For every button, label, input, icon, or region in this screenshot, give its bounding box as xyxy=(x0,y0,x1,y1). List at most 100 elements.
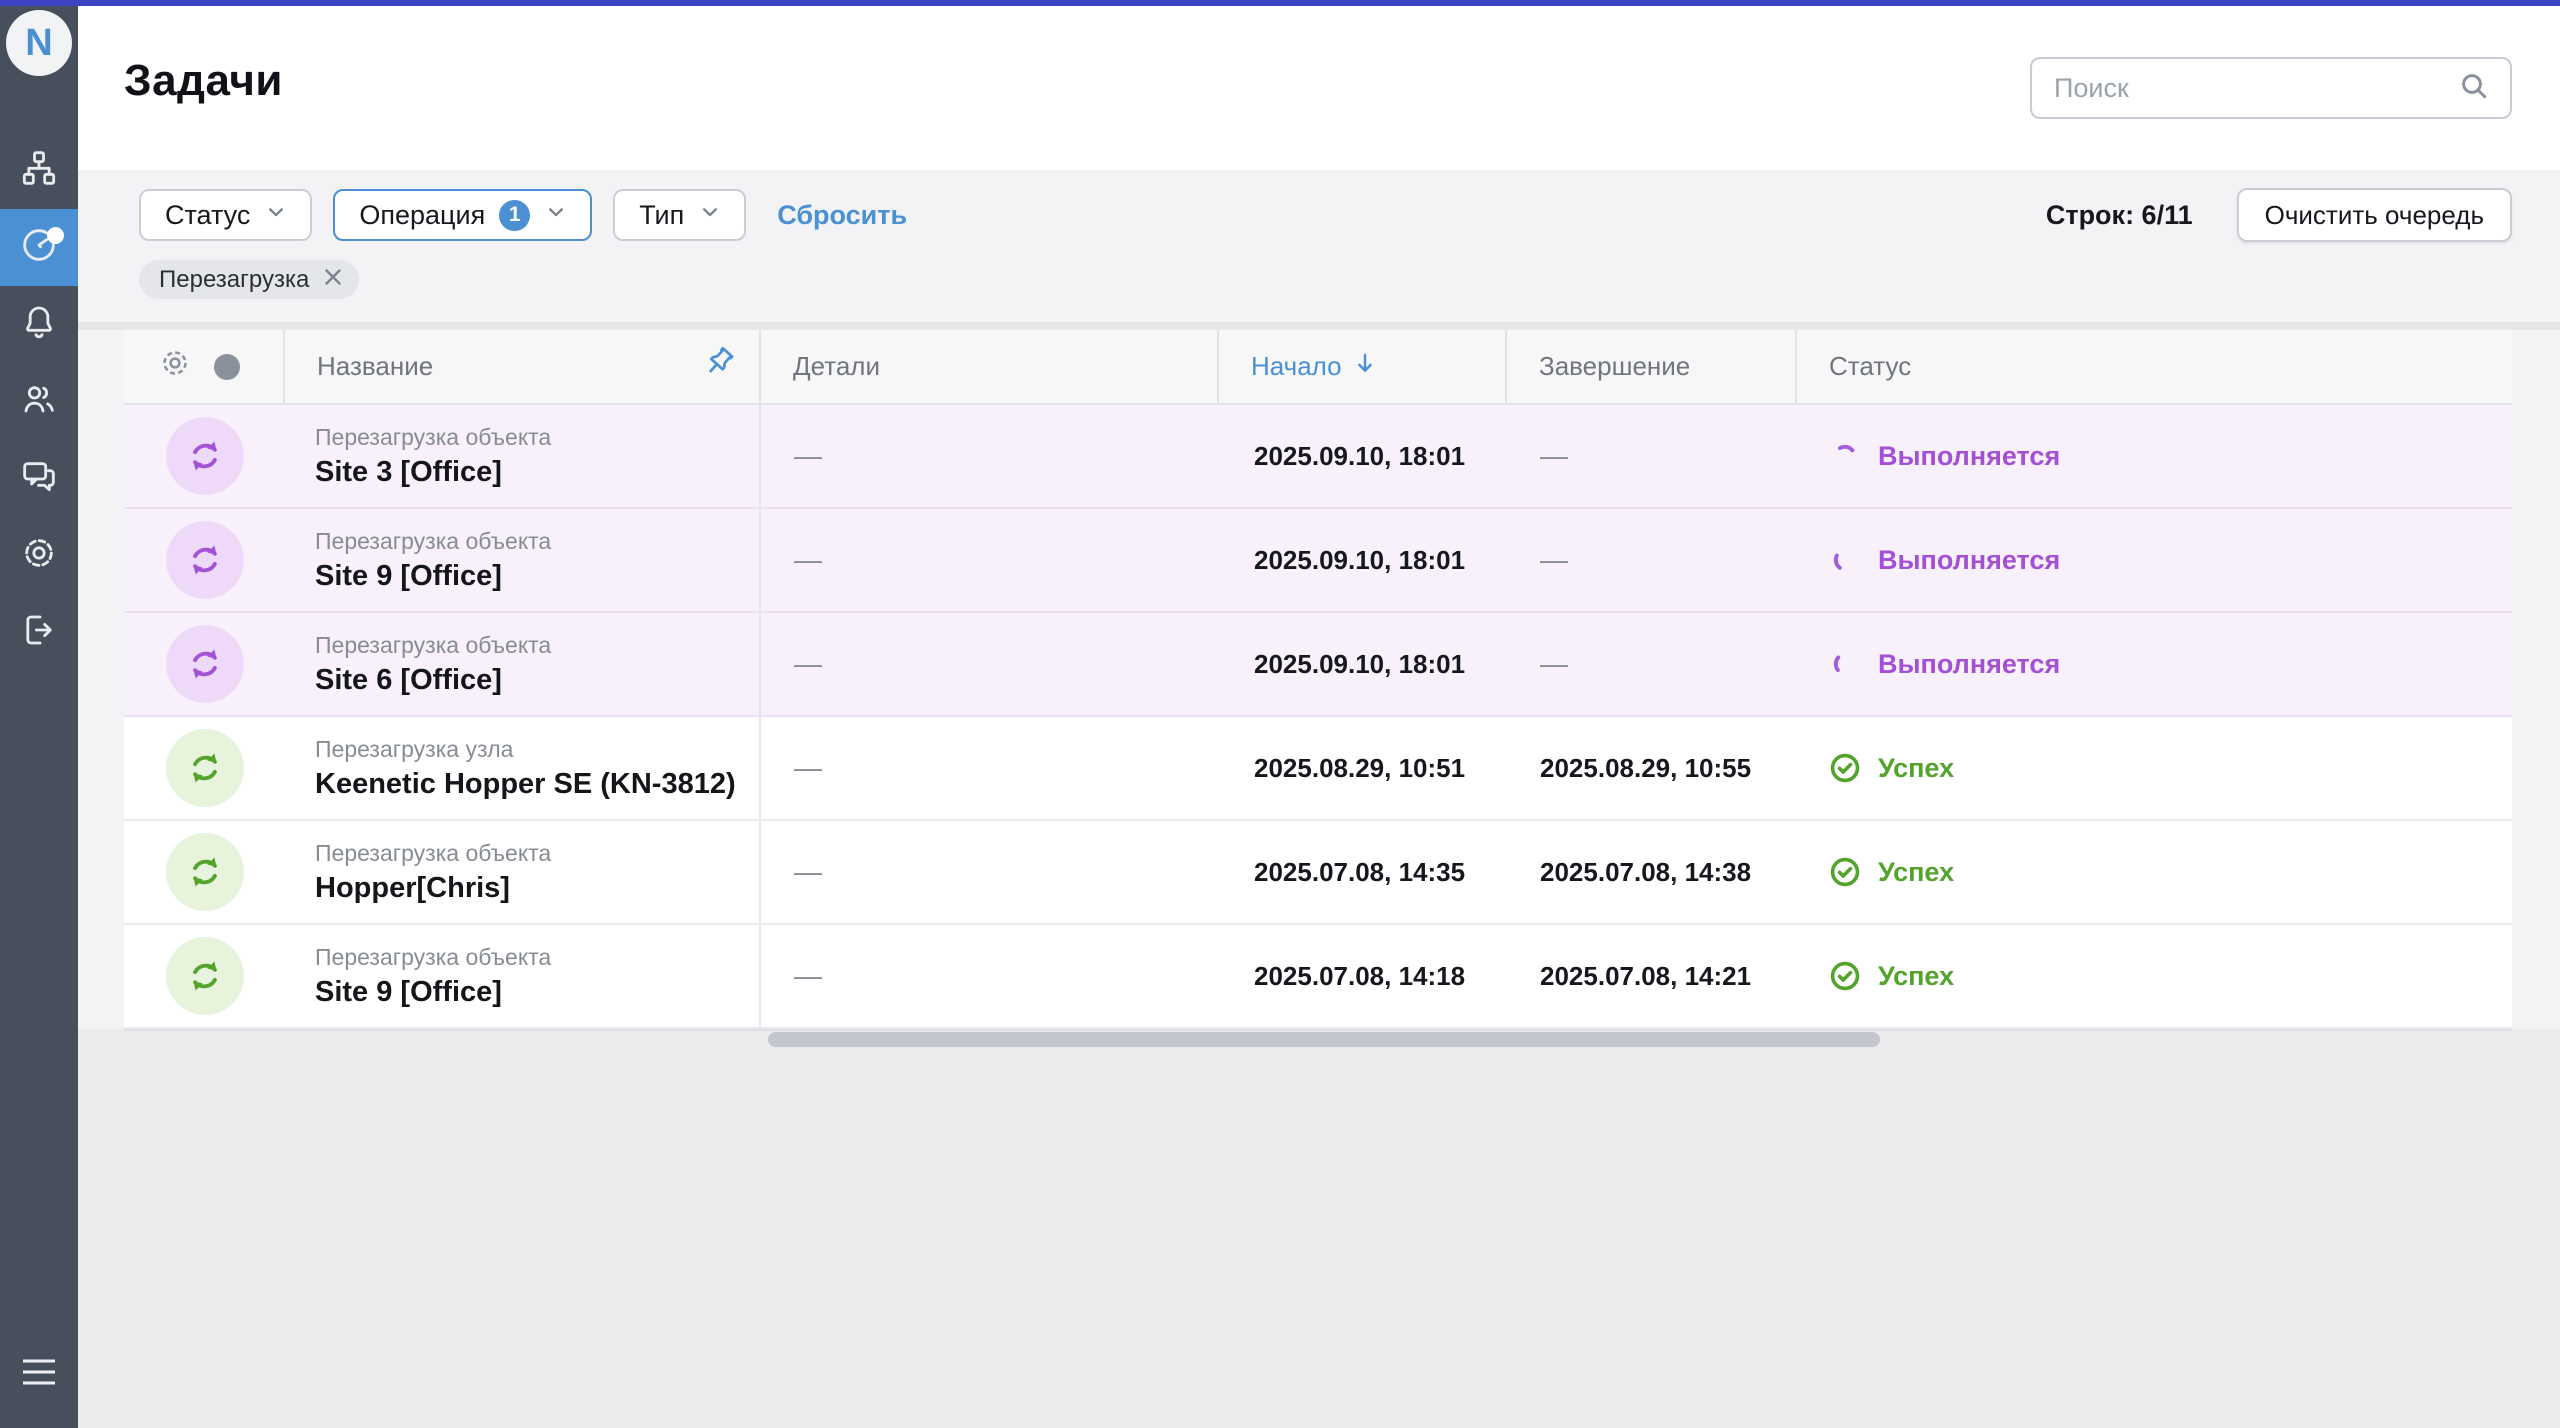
sidebar-item-dashboard[interactable] xyxy=(0,209,78,286)
operation-reboot-icon xyxy=(166,521,244,599)
table-row[interactable]: Перезагрузка объекта Site 9 [Office] — 2… xyxy=(124,509,2512,613)
gear-icon xyxy=(19,533,59,578)
name-cell: Перезагрузка объекта Site 3 [Office] xyxy=(285,405,761,507)
status-label: Успех xyxy=(1878,857,1954,888)
table-gear-icon[interactable] xyxy=(158,346,192,387)
remove-chip-icon[interactable] xyxy=(321,265,345,294)
sidebar: N xyxy=(0,0,78,1428)
brand-logo[interactable]: N xyxy=(6,10,72,76)
page-header: Задачи xyxy=(78,6,2560,170)
sidebar-item-notifications[interactable] xyxy=(0,286,78,363)
table-row[interactable]: Перезагрузка объекта Site 9 [Office] — 2… xyxy=(124,925,2512,1029)
chevron-down-icon xyxy=(698,200,722,231)
status-dot-column-icon xyxy=(214,354,240,380)
start-date-cell: 2025.07.08, 14:35 xyxy=(1219,821,1507,923)
filter-type-dropdown[interactable]: Тип xyxy=(613,189,746,241)
operation-type-label: Перезагрузка объекта xyxy=(315,424,551,451)
table-tools: Строк: 6/11 Очистить очередь xyxy=(2046,189,2512,241)
clear-queue-button[interactable]: Очистить очередь xyxy=(2237,188,2512,242)
network-icon xyxy=(19,148,59,193)
finish-date-cell: — xyxy=(1507,509,1797,611)
table-body: Перезагрузка объекта Site 3 [Office] — 2… xyxy=(124,405,2512,1029)
name-cell: Перезагрузка узла Keenetic Hopper SE (KN… xyxy=(285,717,761,819)
operation-reboot-icon xyxy=(166,417,244,495)
bell-icon xyxy=(19,302,59,347)
operation-type-label: Перезагрузка объекта xyxy=(315,840,551,867)
sidebar-item-users[interactable] xyxy=(0,363,78,440)
users-icon xyxy=(19,379,59,424)
chat-icon xyxy=(19,456,59,501)
finish-date-cell: — xyxy=(1507,613,1797,715)
column-header-start[interactable]: Начало xyxy=(1219,330,1507,403)
page-title: Задачи xyxy=(124,56,283,106)
status-cell: Успех xyxy=(1797,717,2512,819)
pin-column-icon[interactable] xyxy=(701,346,735,387)
reset-filters-link[interactable]: Сбросить xyxy=(777,200,907,231)
active-filters-row: Перезагрузка xyxy=(139,260,359,299)
column-header-finish[interactable]: Завершение xyxy=(1507,330,1797,403)
section-divider xyxy=(78,322,2560,330)
filter-operation-dropdown[interactable]: Операция 1 xyxy=(333,189,592,241)
details-cell: — xyxy=(761,925,1219,1027)
table-header: Название Детали Начало Завершение Статус xyxy=(124,330,2512,405)
filter-status-label: Статус xyxy=(165,200,250,231)
operation-type-label: Перезагрузка объекта xyxy=(315,632,551,659)
success-check-icon xyxy=(1827,750,1863,786)
finish-date-cell: — xyxy=(1507,405,1797,507)
table-row[interactable]: Перезагрузка узла Keenetic Hopper SE (KN… xyxy=(124,717,2512,821)
column-header-status[interactable]: Статус xyxy=(1797,330,2512,403)
start-date-cell: 2025.09.10, 18:01 xyxy=(1219,613,1507,715)
horizontal-scrollbar[interactable] xyxy=(768,1032,1880,1047)
details-cell: — xyxy=(761,509,1219,611)
filter-status-dropdown[interactable]: Статус xyxy=(139,189,312,241)
start-date-cell: 2025.08.29, 10:51 xyxy=(1219,717,1507,819)
table-row[interactable]: Перезагрузка объекта Hopper[Chris] — 202… xyxy=(124,821,2512,925)
search-icon[interactable] xyxy=(2458,70,2490,107)
app-root: N xyxy=(0,0,2560,1428)
operation-type-label: Перезагрузка объекта xyxy=(315,528,551,555)
operation-reboot-icon xyxy=(166,937,244,1015)
target-name-label: Site 3 [Office] xyxy=(315,456,502,489)
name-cell: Перезагрузка объекта Site 6 [Office] xyxy=(285,613,761,715)
sidebar-item-sites[interactable] xyxy=(0,132,78,209)
logout-icon xyxy=(19,610,59,655)
running-spinner-icon xyxy=(1827,646,1863,682)
status-label: Успех xyxy=(1878,753,1954,784)
search-box xyxy=(2030,57,2512,119)
details-cell: — xyxy=(761,405,1219,507)
details-cell: — xyxy=(761,613,1219,715)
table-row[interactable]: Перезагрузка объекта Site 3 [Office] — 2… xyxy=(124,405,2512,509)
filter-type-label: Тип xyxy=(639,200,684,231)
operation-reboot-icon xyxy=(166,625,244,703)
chevron-down-icon xyxy=(264,200,288,231)
filter-chip-label: Перезагрузка xyxy=(159,266,309,294)
column-header-name[interactable]: Название xyxy=(285,330,761,403)
status-cell: Успех xyxy=(1797,821,2512,923)
sidebar-item-support-chat[interactable] xyxy=(0,440,78,517)
success-check-icon xyxy=(1827,854,1863,890)
operation-reboot-icon xyxy=(166,833,244,911)
status-cell: Успех xyxy=(1797,925,2512,1027)
success-check-icon xyxy=(1827,958,1863,994)
status-label: Выполняется xyxy=(1878,441,2060,472)
sidebar-item-logout[interactable] xyxy=(0,594,78,671)
operation-reboot-icon xyxy=(166,729,244,807)
sort-desc-icon xyxy=(1352,350,1378,383)
chevron-down-icon xyxy=(544,200,568,231)
details-cell: — xyxy=(761,717,1219,819)
status-cell: Выполняется xyxy=(1797,613,2512,715)
table-row[interactable]: Перезагрузка объекта Site 6 [Office] — 2… xyxy=(124,613,2512,717)
collapse-menu-button[interactable] xyxy=(0,1344,78,1404)
sidebar-item-settings[interactable] xyxy=(0,517,78,594)
finish-date-cell: 2025.07.08, 14:38 xyxy=(1507,821,1797,923)
search-input[interactable] xyxy=(2054,73,2458,104)
column-header-details[interactable]: Детали xyxy=(761,330,1219,403)
column-settings-header[interactable] xyxy=(124,330,285,403)
filter-chip-reboot[interactable]: Перезагрузка xyxy=(139,260,359,299)
target-name-label: Site 6 [Office] xyxy=(315,664,502,697)
tasks-table: Название Детали Начало Завершение Статус xyxy=(124,330,2512,1031)
filter-bar: Статус Операция 1 Тип Сбросить xyxy=(139,189,907,241)
status-label: Успех xyxy=(1878,961,1954,992)
target-name-label: Hopper[Chris] xyxy=(315,872,510,905)
status-cell: Выполняется xyxy=(1797,509,2512,611)
